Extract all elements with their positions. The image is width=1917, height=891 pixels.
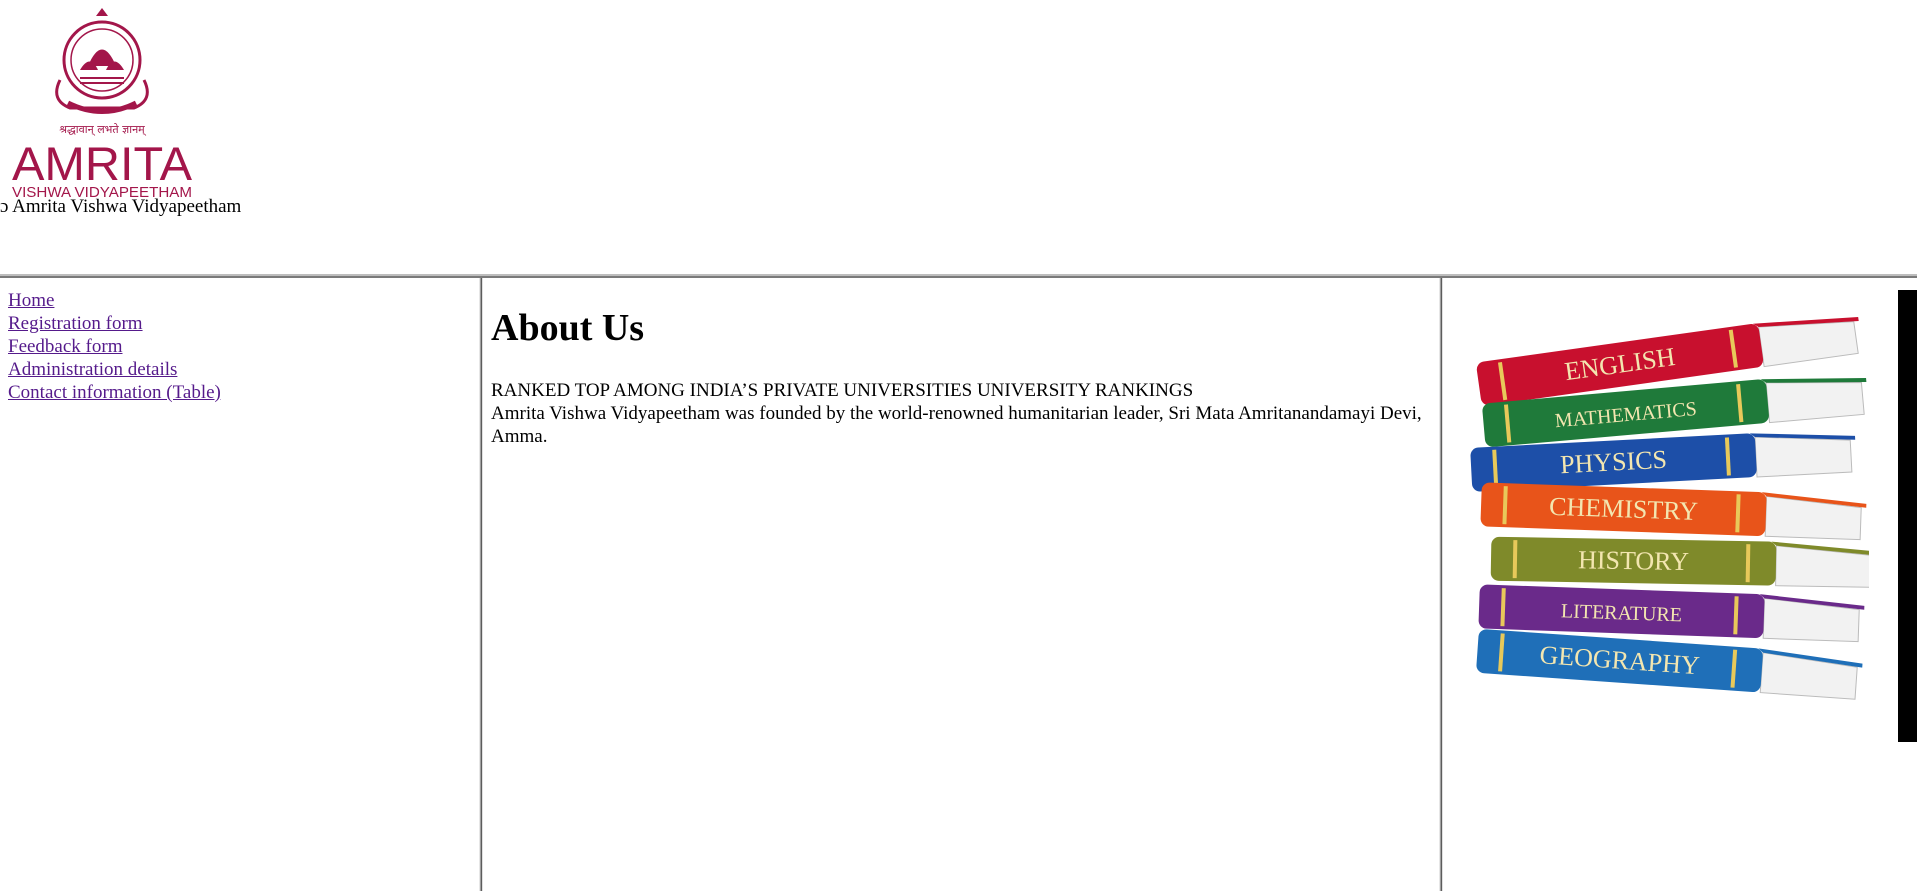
book-spine-chemistry: CHEMISTRY <box>1480 482 1867 541</box>
emblem-icon <box>55 8 149 114</box>
book-label: PHYSICS <box>1559 445 1667 480</box>
header-caption: ɔ Amrita Vishwa Vidyapeetham <box>0 196 242 217</box>
book-spine-history: HISTORY <box>1490 536 1869 588</box>
header: श्रद्धावान् लभते ज्ञानम् AMRITA VISHWA V… <box>0 0 1917 275</box>
nav-link-feedback-form[interactable]: Feedback form <box>8 335 122 358</box>
amrita-logo: श्रद्धावान् लभते ज्ञानम् AMRITA VISHWA V… <box>12 8 193 198</box>
sidebar-nav: Home Registration form Feedback form Adm… <box>0 278 479 891</box>
side-panel: ENGLISH MATHEMATICS PHYSICS CHEMISTRY HISTOR… <box>1443 278 1917 891</box>
ranking-text: RANKED TOP AMONG INDIA’S PRIVATE UNIVERS… <box>491 380 1194 401</box>
books-stack-image: ENGLISHMATHEMATICSPHYSICSCHEMISTRYHISTOR… <box>1470 316 1869 700</box>
book-label: CHEMISTRY <box>1549 492 1699 526</box>
description-text: Amrita Vishwa Vidyapeetham was founded b… <box>491 403 1422 447</box>
nav-link-administration-details[interactable]: Administration details <box>8 358 177 381</box>
main-content: About Us RANKED TOP AMONG INDIA’S PRIVAT… <box>483 278 1439 891</box>
nav-link-contact-information[interactable]: Contact information (Table) <box>8 381 221 404</box>
side-image-edge <box>1898 290 1917 742</box>
nav-link-home[interactable]: Home <box>8 289 54 312</box>
nav-link-registration-form[interactable]: Registration form <box>8 312 143 335</box>
page-title: About Us <box>491 307 645 349</box>
logo-motto: श्रद्धावान् लभते ज्ञानम् <box>59 123 147 136</box>
book-label: LITERATURE <box>1561 600 1683 626</box>
logo-wordmark: AMRITA <box>12 137 193 190</box>
book-label: HISTORY <box>1578 545 1689 576</box>
